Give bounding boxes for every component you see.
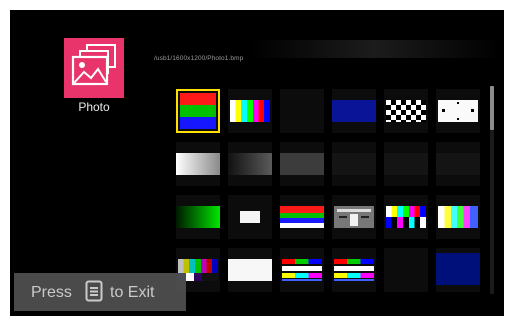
- thumbnail-image-part: [334, 266, 374, 271]
- thumbnail-color-bars-grid[interactable]: [228, 89, 272, 133]
- thumbnail-white-frame[interactable]: [228, 248, 272, 292]
- thumbnail-image-part: [337, 209, 371, 212]
- thumbnail-color-bars-squares[interactable]: [384, 195, 428, 239]
- exit-action-text: to Exit: [110, 284, 155, 301]
- photo-source-tile[interactable]: [64, 38, 124, 98]
- thumbnail-image-part: [282, 259, 322, 264]
- thumbnail-image-part: [228, 259, 272, 281]
- thumbnail-image-part: [176, 206, 220, 228]
- thumbnail-image-part: [386, 100, 426, 122]
- thumbnail-image-part: [438, 206, 478, 228]
- thumbnail-image-part: [282, 266, 322, 271]
- thumbnail-image-part: [332, 100, 376, 122]
- thumbnail-image-part: [280, 206, 324, 228]
- thumbnail-image-part: [457, 102, 459, 104]
- exit-press-text: Press: [31, 284, 72, 301]
- thumbnail-color-bars-split[interactable]: [332, 248, 376, 292]
- thumbnail-image-part: [386, 206, 426, 217]
- thumbnail-black[interactable]: [280, 89, 324, 133]
- photo-source-label: Photo: [78, 100, 110, 114]
- file-path: /usb1/1600x1200/Photo1.bmp: [154, 55, 244, 62]
- thumbnail-near-black[interactable]: [332, 142, 376, 186]
- thumbnail-image-part: [334, 279, 374, 281]
- thumbnail-image-part: [178, 259, 218, 273]
- thumbnail-white-gray-gradient[interactable]: [176, 142, 220, 186]
- exit-hint-bar: Press to Exit: [14, 273, 186, 311]
- photo-browser-screen: Photo /usb1/1600x1200/Photo1.bmp Press t…: [10, 10, 504, 316]
- thumbnail-gray-gradient[interactable]: [228, 142, 272, 186]
- thumbnail-white-with-dots[interactable]: [436, 89, 480, 133]
- thumbnail-grid: [176, 89, 484, 304]
- thumbnail-image-part: [436, 153, 480, 175]
- thumbnail-image-part: [339, 216, 347, 218]
- thumbnail-image-part: [334, 273, 374, 278]
- thumbnail-image-part: [442, 109, 445, 112]
- thumbnail-solid-navy[interactable]: [436, 248, 480, 292]
- thumbnail-image-part: [176, 153, 220, 175]
- photo-gallery-icon: [71, 44, 116, 86]
- thumbnail-image-part: [282, 279, 322, 281]
- header-glow: [250, 40, 500, 58]
- thumbnail-image-part: [332, 153, 376, 175]
- thumbnail-dark-gray[interactable]: [280, 142, 324, 186]
- thumbnail-image-part: [350, 214, 358, 226]
- thumbnail-black[interactable]: [384, 248, 428, 292]
- thumbnail-image-part: [280, 153, 324, 175]
- menu-key-icon: [85, 280, 103, 302]
- thumbnail-image-part: [228, 153, 272, 175]
- thumbnail-rgb-bars-with-white[interactable]: [280, 195, 324, 239]
- thumbnail-image-part: [230, 100, 270, 122]
- thumbnail-test-chart[interactable]: [332, 195, 376, 239]
- thumbnail-image-part: [282, 273, 322, 278]
- thumbnail-image-part: [384, 153, 428, 175]
- thumbnail-color-bars-split[interactable]: [280, 248, 324, 292]
- thumbnail-image-part: [471, 109, 474, 112]
- thumbnail-white-window[interactable]: [228, 195, 272, 239]
- scrollbar-track[interactable]: [490, 86, 494, 294]
- thumbnail-image-part: [240, 211, 260, 223]
- thumbnail-color-bars-bright[interactable]: [436, 195, 480, 239]
- thumbnail-image-part: [180, 93, 216, 129]
- thumbnail-image-part: [334, 259, 374, 264]
- thumbnail-image-part: [436, 253, 480, 285]
- thumbnail-checkerboard[interactable]: [384, 89, 428, 133]
- thumbnail-image-part: [457, 118, 459, 120]
- thumbnail-green-gradient[interactable]: [176, 195, 220, 239]
- thumbnail-rgb-horizontal-bars[interactable]: [176, 89, 220, 133]
- thumbnail-image-part: [386, 217, 426, 228]
- thumbnail-near-black[interactable]: [436, 142, 480, 186]
- scrollbar-thumb[interactable]: [490, 86, 494, 130]
- thumbnail-image-part: [361, 216, 369, 218]
- thumbnail-near-black[interactable]: [384, 142, 428, 186]
- thumbnail-solid-blue[interactable]: [332, 89, 376, 133]
